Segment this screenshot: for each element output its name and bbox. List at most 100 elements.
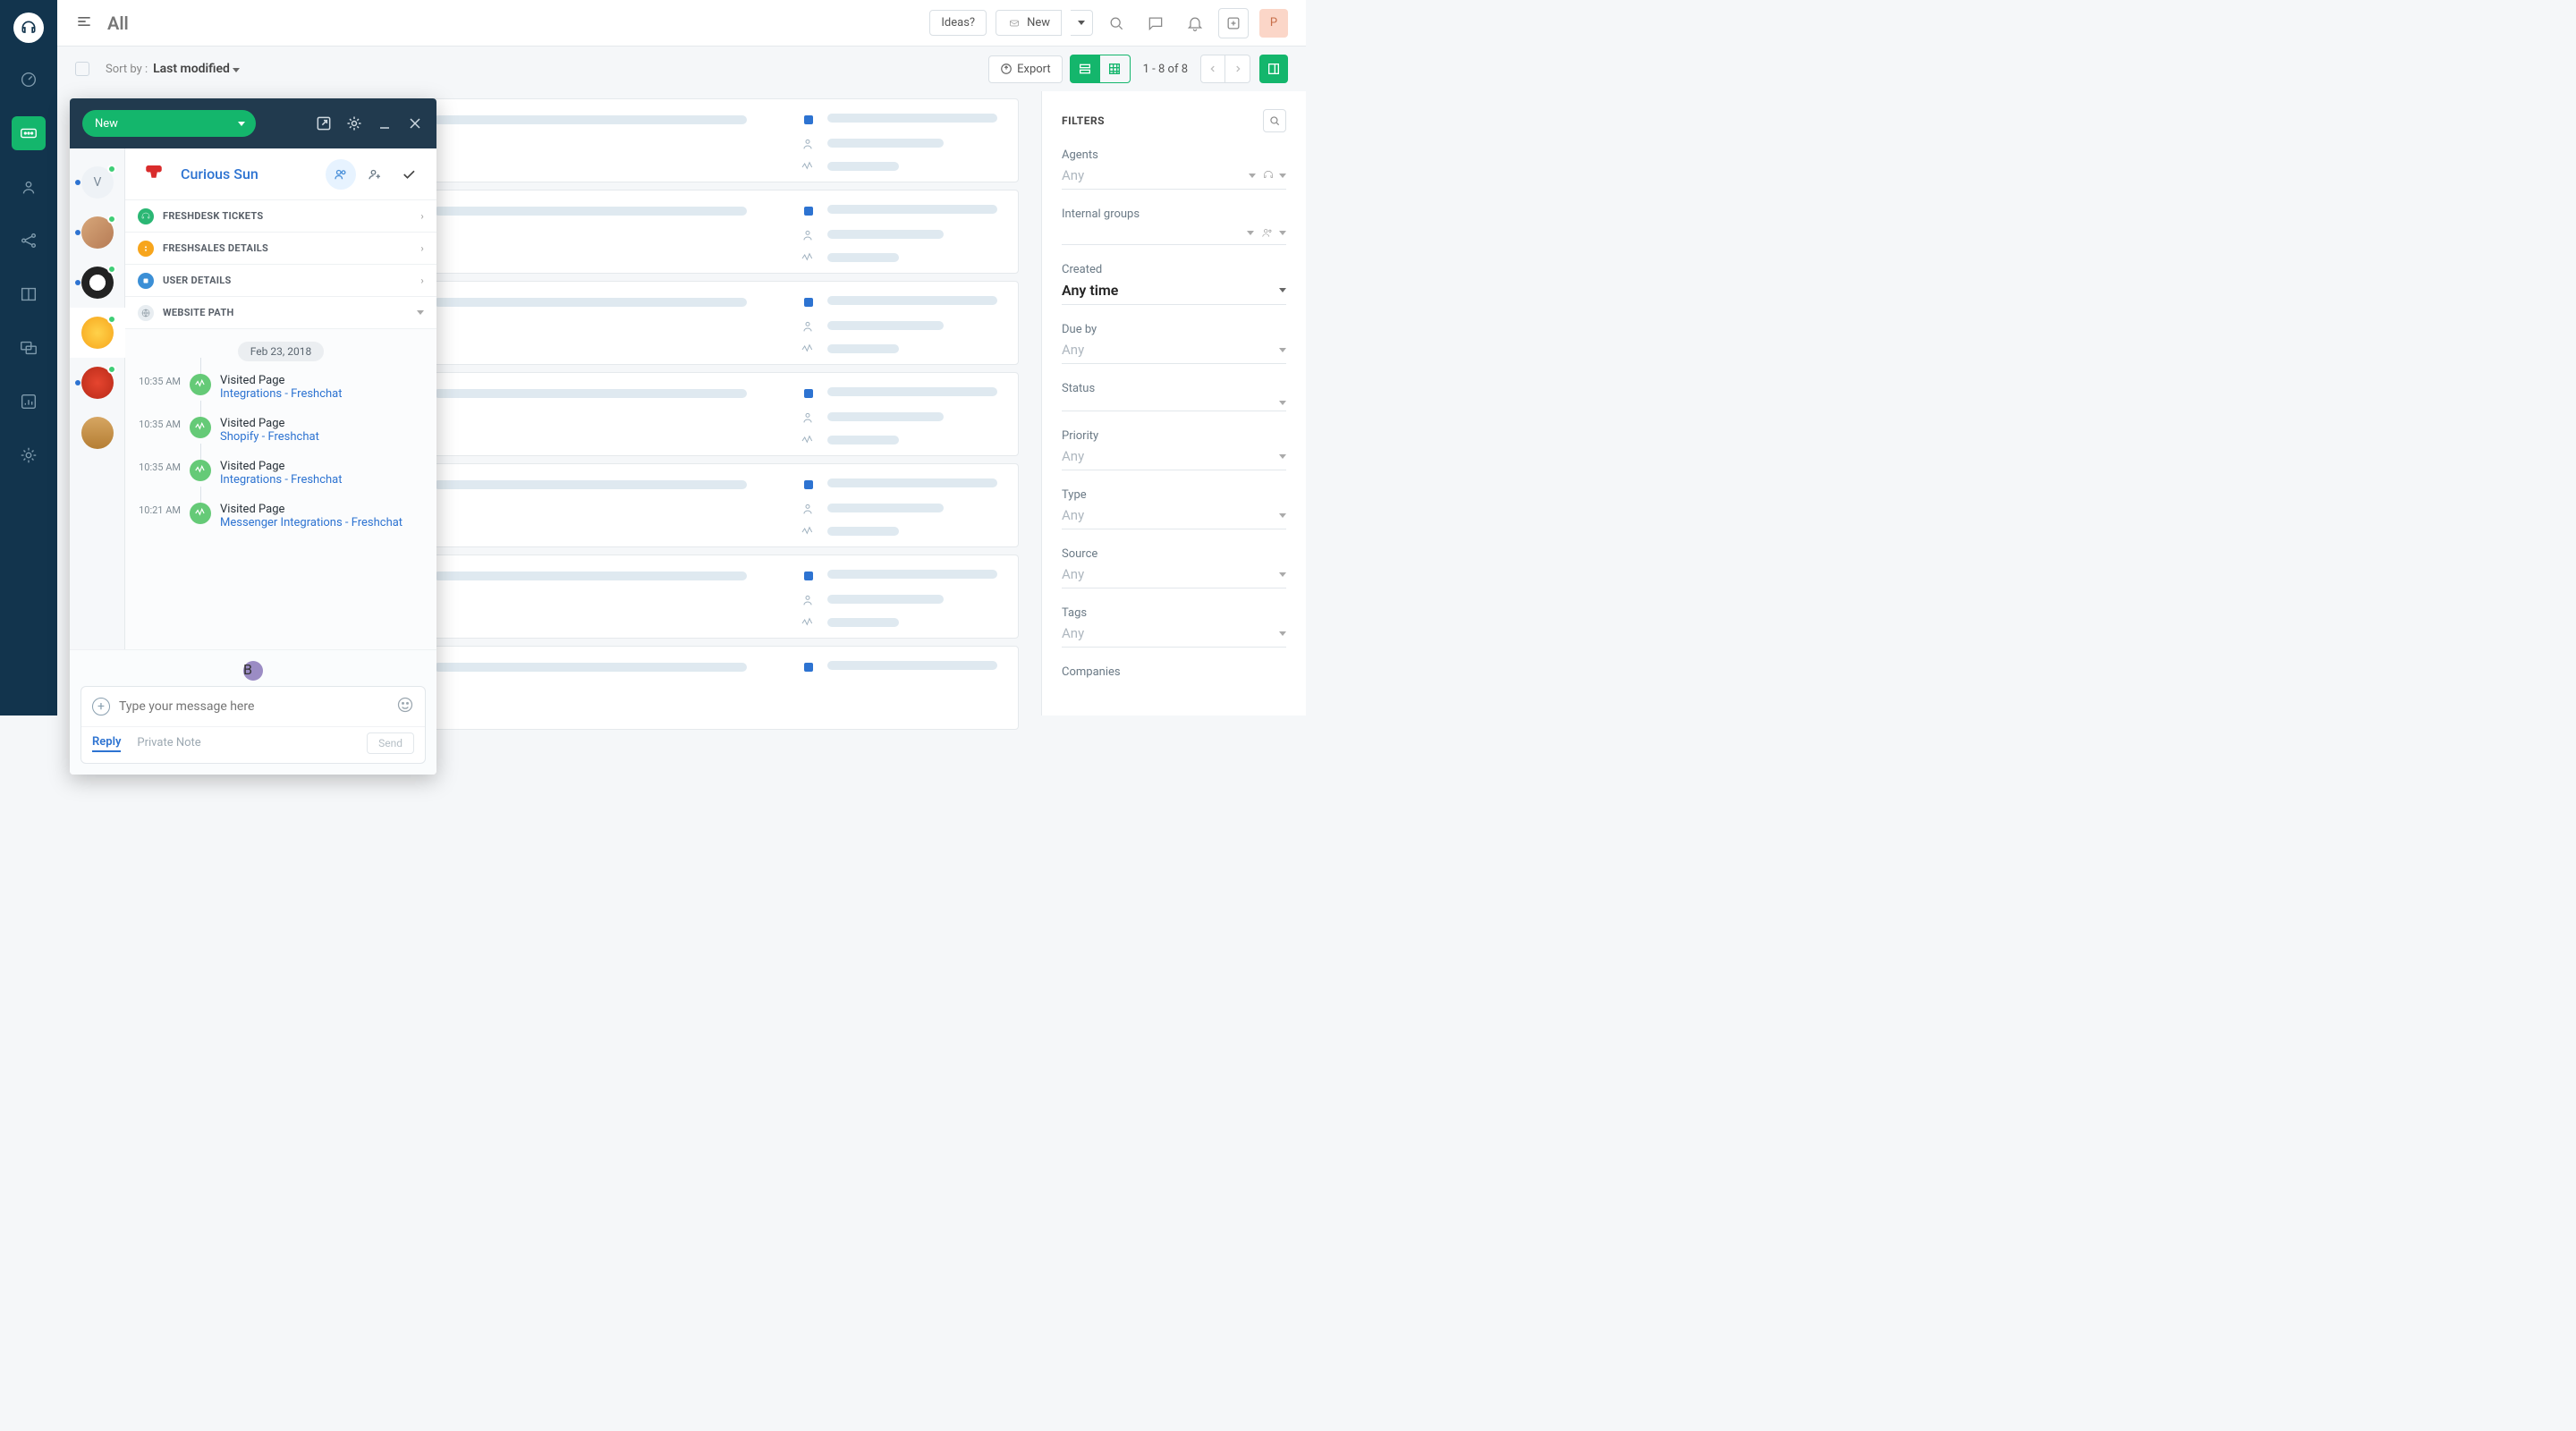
accordion-website[interactable]: WEBSITE PATH — [125, 297, 436, 329]
nav-dashboard[interactable] — [12, 63, 46, 97]
assign-group-icon[interactable] — [326, 159, 356, 190]
private-note-tab[interactable]: Private Note — [137, 736, 200, 751]
filter-dueby[interactable]: Any — [1062, 342, 1286, 364]
filters-title: FILTERS — [1062, 109, 1286, 132]
close-icon[interactable] — [406, 114, 424, 132]
ideas-button[interactable]: Ideas? — [929, 10, 987, 36]
export-button[interactable]: Export — [988, 55, 1063, 83]
filter-label-internal-groups: Internal groups — [1062, 207, 1286, 221]
conversation-list: V — [70, 148, 125, 649]
reply-tab[interactable]: Reply — [92, 735, 121, 752]
new-button[interactable]: New — [996, 10, 1062, 36]
accordion-user[interactable]: USER DETAILS› — [125, 265, 436, 297]
list-toolbar: Sort by : Last modified Export 1 - 8 of … — [57, 47, 1306, 91]
filter-label-source: Source — [1062, 547, 1286, 561]
status-dropdown[interactable]: New — [82, 110, 256, 137]
search-icon[interactable] — [1100, 7, 1132, 39]
popout-icon[interactable] — [315, 114, 333, 132]
timeline-date: Feb 23, 2018 — [238, 342, 324, 361]
filter-label-tags: Tags — [1062, 606, 1286, 620]
typing-indicator: B — [80, 661, 426, 681]
nav-social[interactable] — [12, 224, 46, 258]
pagination-text: 1 - 8 of 8 — [1143, 63, 1188, 76]
contact-bar: Curious Sun — [125, 148, 436, 200]
filter-label-status: Status — [1062, 382, 1286, 395]
activity-icon — [190, 503, 211, 524]
nav-tickets[interactable] — [12, 116, 46, 150]
accordion-freshdesk[interactable]: FRESHDESK TICKETS› — [125, 200, 436, 233]
phone-icon — [138, 158, 170, 191]
nav-admin[interactable] — [12, 438, 46, 472]
user-avatar[interactable]: P — [1259, 9, 1288, 38]
nav-reports[interactable] — [12, 385, 46, 419]
filter-label-created: Created — [1062, 263, 1286, 276]
activity-timeline: Feb 23, 2018 10:35 AM Visited PageIntegr… — [125, 329, 436, 649]
filter-internal-groups[interactable] — [1062, 226, 1286, 245]
filters-panel: FILTERS Agents Any Internal groups Create… — [1041, 91, 1306, 716]
new-dropdown-button[interactable] — [1071, 10, 1093, 36]
timeline-event: 10:35 AM Visited PageShopify - Freshchat — [125, 413, 436, 456]
filter-search-icon[interactable] — [1263, 109, 1286, 132]
top-bar: All Ideas? New P — [57, 0, 1306, 47]
conversation-item[interactable] — [70, 207, 125, 258]
filter-tags[interactable]: Any — [1062, 625, 1286, 648]
filter-toggle-button[interactable] — [1259, 55, 1288, 83]
filter-label-dueby: Due by — [1062, 323, 1286, 336]
conversation-item[interactable] — [70, 408, 125, 458]
menu-toggle-icon[interactable] — [75, 13, 93, 34]
minimize-icon[interactable] — [376, 114, 394, 132]
filter-agents[interactable]: Any — [1062, 167, 1286, 190]
accordion-freshsales[interactable]: FRESHSALES DETAILS› — [125, 233, 436, 265]
timeline-event: 10:35 AM Visited PageIntegrations - Fres… — [125, 456, 436, 499]
chat-header: New — [70, 98, 436, 148]
conversation-item[interactable] — [70, 308, 125, 358]
timeline-event: 10:35 AM Visited PageIntegrations - Fres… — [125, 370, 436, 413]
settings-icon[interactable] — [345, 114, 363, 132]
nav-forums[interactable] — [12, 331, 46, 365]
filter-priority[interactable]: Any — [1062, 448, 1286, 470]
send-button[interactable]: Send — [367, 732, 414, 754]
nav-solutions[interactable] — [12, 277, 46, 311]
filter-label-priority: Priority — [1062, 429, 1286, 443]
activity-icon — [190, 417, 211, 438]
filter-created[interactable]: Any time — [1062, 282, 1286, 305]
contact-name[interactable]: Curious Sun — [181, 165, 258, 182]
freshconnect-icon[interactable] — [1218, 8, 1249, 38]
left-nav-rail — [0, 0, 57, 716]
conversation-item[interactable] — [70, 358, 125, 408]
app-logo — [13, 13, 44, 43]
filter-status[interactable] — [1062, 401, 1286, 411]
conversation-item[interactable]: V — [70, 157, 125, 207]
filter-label-companies: Companies — [1062, 665, 1286, 679]
view-switch — [1070, 55, 1131, 83]
new-button-group: New — [987, 10, 1093, 36]
conversation-item[interactable] — [70, 258, 125, 308]
activity-icon — [190, 460, 211, 481]
sort-dropdown[interactable]: Last modified — [153, 62, 240, 76]
chat-widget: New V Curious Sun FRESHDESK TICKETS› FRE… — [70, 98, 436, 775]
emoji-icon[interactable] — [396, 696, 414, 717]
message-input[interactable] — [119, 699, 387, 714]
next-page-button[interactable] — [1225, 55, 1250, 83]
table-view-button[interactable] — [1100, 55, 1131, 83]
filter-label-type: Type — [1062, 488, 1286, 502]
sort-label: Sort by : — [106, 63, 148, 76]
select-all-checkbox[interactable] — [75, 62, 89, 76]
chat-icon[interactable] — [1140, 7, 1172, 39]
page-title: All — [107, 13, 129, 34]
filter-label-agents: Agents — [1062, 148, 1286, 162]
composer-area: B + Reply Private Note Send — [70, 649, 436, 775]
card-view-button[interactable] — [1070, 55, 1100, 83]
conversation-main: Curious Sun FRESHDESK TICKETS› FRESHSALE… — [125, 148, 436, 649]
activity-icon — [190, 374, 211, 395]
filter-source[interactable]: Any — [1062, 566, 1286, 588]
resolve-icon[interactable] — [394, 159, 424, 190]
nav-contacts[interactable] — [12, 170, 46, 204]
attach-icon[interactable]: + — [92, 698, 110, 716]
timeline-event: 10:21 AM Visited PageMessenger Integrati… — [125, 499, 436, 542]
message-composer: + Reply Private Note Send — [80, 686, 426, 764]
notifications-icon[interactable] — [1179, 7, 1211, 39]
prev-page-button[interactable] — [1200, 55, 1225, 83]
assign-agent-icon[interactable] — [360, 159, 390, 190]
filter-type[interactable]: Any — [1062, 507, 1286, 529]
